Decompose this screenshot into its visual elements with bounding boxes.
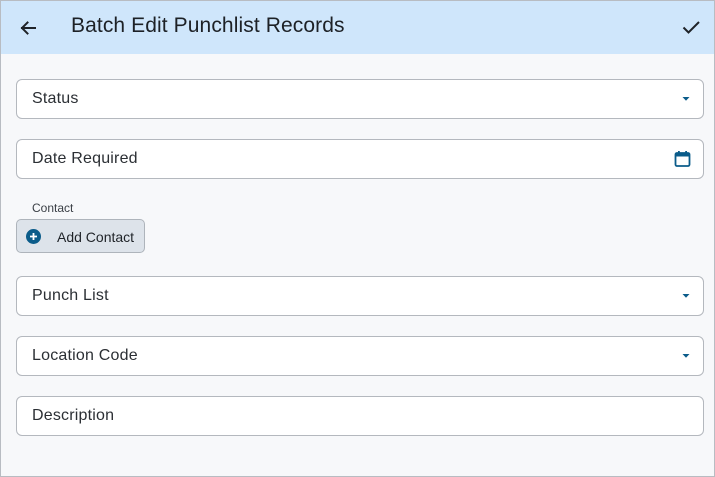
description-label: Description bbox=[32, 407, 115, 424]
add-contact-label: Add Contact bbox=[57, 229, 135, 245]
status-label: Status bbox=[32, 90, 79, 107]
calendar-icon[interactable] bbox=[674, 151, 691, 168]
description-field[interactable]: Description bbox=[16, 396, 704, 436]
arrow-left-icon bbox=[20, 21, 36, 35]
app-bar: Batch Edit Punchlist Records bbox=[1, 1, 714, 54]
add-circle-icon bbox=[26, 229, 41, 244]
page-title: Batch Edit Punchlist Records bbox=[71, 14, 345, 37]
punch-list-label: Punch List bbox=[32, 287, 109, 304]
check-icon bbox=[682, 21, 700, 34]
dropdown-arrow-icon bbox=[681, 96, 691, 102]
back-button[interactable] bbox=[15, 15, 41, 41]
punch-list-dropdown[interactable]: Punch List bbox=[16, 276, 704, 316]
dropdown-arrow-icon bbox=[681, 353, 691, 359]
dropdown-arrow-icon bbox=[681, 293, 691, 299]
location-code-dropdown[interactable]: Location Code bbox=[16, 336, 704, 376]
contact-caption: Contact bbox=[32, 201, 74, 215]
date-required-field[interactable]: Date Required bbox=[16, 139, 704, 179]
status-dropdown[interactable]: Status bbox=[16, 79, 704, 119]
add-contact-button[interactable]: Add Contact bbox=[16, 219, 145, 253]
confirm-button[interactable] bbox=[678, 14, 704, 40]
location-code-label: Location Code bbox=[32, 347, 138, 364]
date-required-label: Date Required bbox=[32, 150, 138, 167]
app-window: Batch Edit Punchlist Records Status Date… bbox=[0, 0, 715, 477]
